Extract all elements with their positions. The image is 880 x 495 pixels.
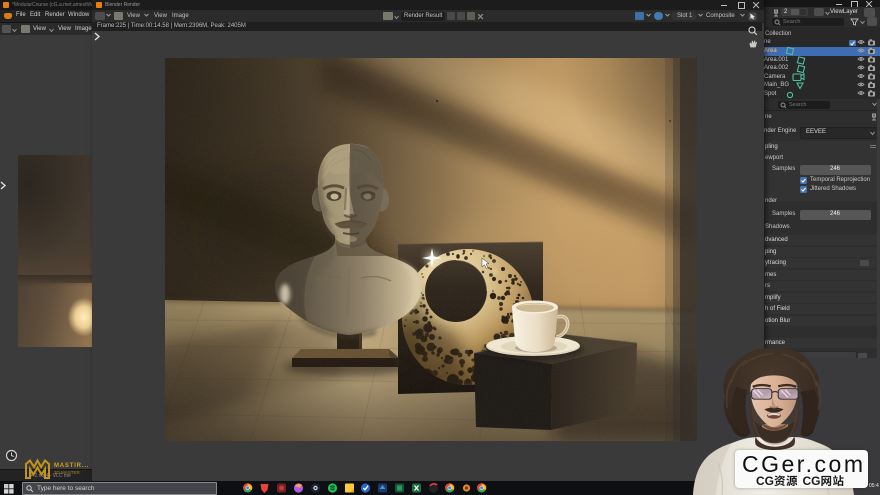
svg-text:CG: CG	[803, 474, 821, 488]
svg-text:CG: CG	[756, 474, 774, 488]
svg-text:3D MASTER: 3D MASTER	[54, 470, 81, 475]
svg-text:MASTIR...: MASTIR...	[54, 463, 89, 469]
